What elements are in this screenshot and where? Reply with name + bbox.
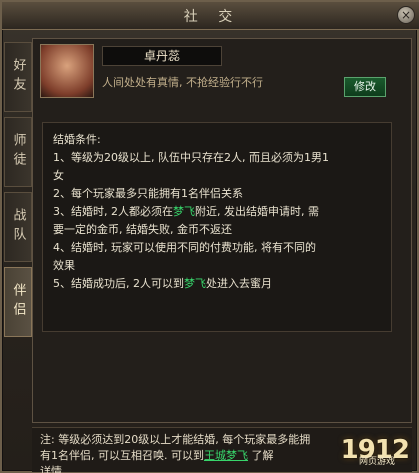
content-line-3: 2、每个玩家最多只能拥有1名伴侣关系 [53, 187, 243, 200]
avatar [40, 44, 94, 98]
footer-line-2-suffix: 了解 [251, 449, 274, 462]
site-logo-sub: 网页游戏 [358, 457, 395, 467]
content-line-0: 结婚条件: [53, 133, 101, 146]
content-line-8: 5、结婚成功后, 2人可以到梦飞处进入去蜜月 [53, 277, 272, 290]
tab-friends[interactable]: 好友 [4, 42, 32, 112]
content-line-5: 要一定的金币, 结婚失败, 金币不返还 [53, 223, 232, 236]
footer-line-2-text: 有1名伴侣, 可以互相召唤. 可以到王城梦飞 [40, 449, 248, 462]
content-line-4: 3、结婚时, 2人都必须在梦飞附近, 发出结婚申请时, 需 [53, 205, 319, 218]
content-line-1: 1、等级为20级以上, 队伍中只存在2人, 而且必须为1男1 [53, 151, 329, 164]
npc-name-mengfei: 梦飞 [184, 277, 206, 290]
close-button[interactable]: × [397, 6, 415, 24]
title-bar[interactable]: 社 交 × [2, 2, 419, 30]
content-line-6: 4、结婚时, 玩家可以使用不同的付费功能, 将有不同的 [53, 241, 316, 254]
social-window: 社 交 × 好友 师徒 战队 伴侣 卓丹蕊 人间处处有真情, 不抢经验行不行 修… [0, 0, 419, 473]
player-name: 卓丹蕊 [102, 46, 222, 66]
edit-button[interactable]: 修改 [344, 77, 386, 97]
tab-mentor[interactable]: 师徒 [4, 117, 32, 187]
tab-partner[interactable]: 伴侣 [4, 267, 32, 337]
npc-name-mengfei: 梦飞 [173, 205, 195, 218]
npc-link-wangcheng-mengfei[interactable]: 王城梦飞 [204, 449, 248, 462]
content-line-7: 效果 [53, 259, 75, 272]
marriage-conditions: 结婚条件: 1、等级为20级以上, 队伍中只存在2人, 而且必须为1男1 女 2… [42, 122, 392, 332]
tab-team[interactable]: 战队 [4, 192, 32, 262]
window-title: 社 交 [183, 9, 241, 25]
content-line-2: 女 [53, 169, 64, 182]
player-motto: 人间处处有真情, 不抢经验行不行 [102, 76, 263, 89]
